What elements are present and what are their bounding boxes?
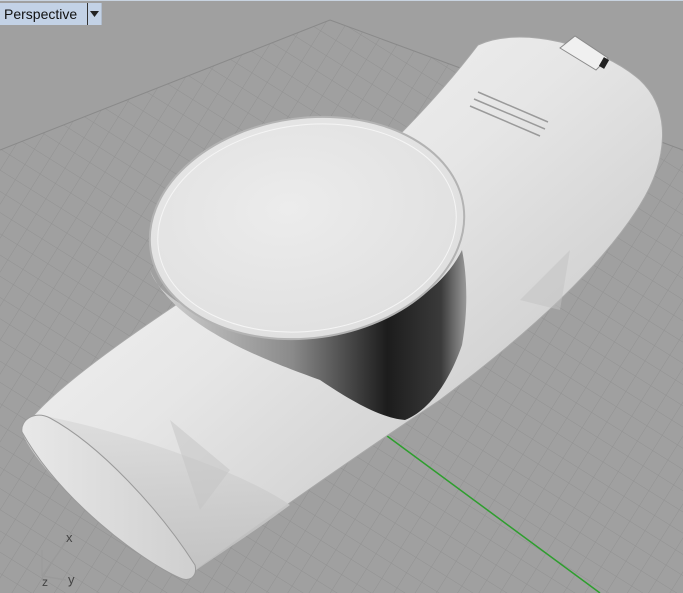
axis-x-label: x [66, 530, 73, 545]
viewport-border [0, 0, 683, 1]
dropdown-arrow-icon[interactable] [87, 3, 101, 25]
axis-y-label: y [68, 572, 75, 587]
axis-x-line [41, 541, 67, 577]
axes-orientation-widget: x y z [41, 530, 75, 589]
viewport-title-label[interactable]: Perspective [0, 3, 87, 25]
viewport-title-tab[interactable]: Perspective [0, 3, 103, 25]
scene-canvas[interactable] [0, 0, 683, 593]
perspective-viewport[interactable]: Perspective x y z [0, 0, 683, 593]
axis-z-label: z [42, 575, 48, 589]
